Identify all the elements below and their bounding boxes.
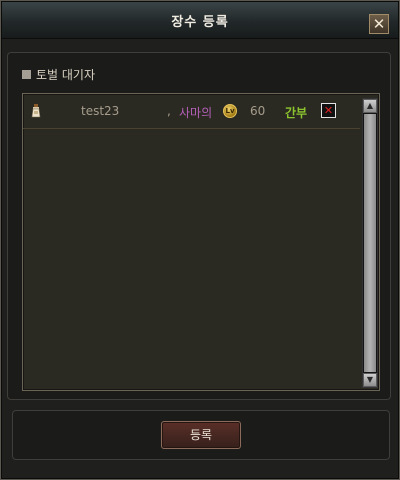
- square-bullet-icon: [22, 69, 31, 79]
- bottle-icon: [31, 104, 41, 118]
- footer-panel: 등록: [12, 410, 390, 460]
- player-level: 60: [250, 104, 266, 118]
- player-name: test23: [81, 104, 120, 118]
- section-title: 토벌 대기자: [36, 67, 96, 82]
- title-bar[interactable]: 장수 등록 ✕: [2, 2, 398, 39]
- level-badge-icon: Lv: [223, 104, 237, 118]
- waiting-list: test23 , 사마의 Lv 60 간부 ✕ ▲ ▼: [22, 93, 380, 391]
- guild-name: 사마의: [179, 106, 213, 120]
- remove-button[interactable]: ✕: [321, 103, 336, 118]
- scroll-down-button[interactable]: ▼: [363, 373, 377, 387]
- recruit-general-window: 장수 등록 ✕ 토벌 대기자 test23 , 사마의 Lv 60 간부 ✕ ▲…: [0, 0, 400, 480]
- window-title: 장수 등록: [171, 15, 229, 30]
- scroll-up-button[interactable]: ▲: [363, 99, 377, 113]
- name-separator: ,: [167, 104, 171, 118]
- close-button[interactable]: ✕: [369, 14, 389, 34]
- section-header: 토벌 대기자: [22, 67, 96, 82]
- scroll-thumb[interactable]: [364, 114, 376, 372]
- list-item[interactable]: test23 , 사마의 Lv 60 간부 ✕: [23, 95, 360, 129]
- register-button[interactable]: 등록: [161, 421, 241, 449]
- list-scrollbar[interactable]: ▲ ▼: [362, 98, 378, 388]
- waiting-list-panel: 토벌 대기자 test23 , 사마의 Lv 60 간부 ✕ ▲ ▼: [7, 52, 391, 400]
- player-rank: 간부: [285, 106, 308, 120]
